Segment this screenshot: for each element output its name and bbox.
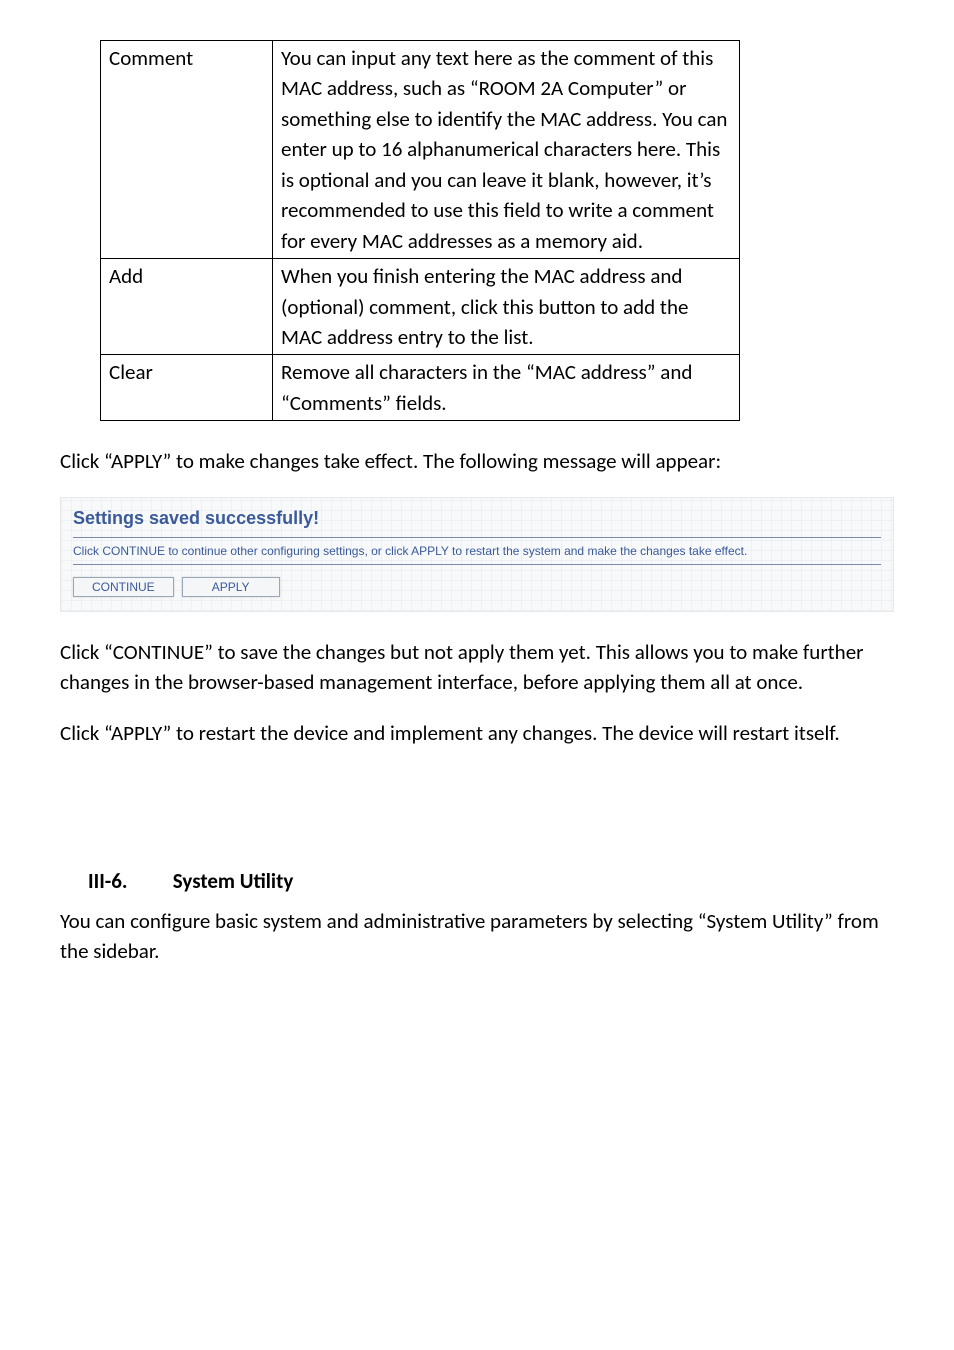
apply-button[interactable]: APPLY — [182, 577, 280, 597]
paragraph-section-intro: You can configure basic system and admin… — [60, 906, 894, 967]
term-cell: Comment — [101, 41, 273, 259]
table-row: Comment You can input any text here as t… — [101, 41, 740, 259]
panel-button-row: CONTINUE APPLY — [73, 577, 881, 597]
section-heading: III-6. System Utility — [88, 868, 894, 894]
table-row: Add When you finish entering the MAC add… — [101, 259, 740, 355]
section-title: System Utility — [173, 868, 294, 894]
definition-table: Comment You can input any text here as t… — [100, 40, 740, 421]
table-row: Clear Remove all characters in the “MAC … — [101, 355, 740, 421]
paragraph-apply-restart: Click “APPLY” to restart the device and … — [60, 718, 894, 748]
paragraph-continue: Click “CONTINUE” to save the changes but… — [60, 637, 894, 698]
desc-cell: You can input any text here as the comme… — [273, 41, 740, 259]
settings-saved-panel: Settings saved successfully! Click CONTI… — [60, 497, 894, 612]
desc-cell: When you finish entering the MAC address… — [273, 259, 740, 355]
term-cell: Add — [101, 259, 273, 355]
desc-cell: Remove all characters in the “MAC addres… — [273, 355, 740, 421]
continue-button[interactable]: CONTINUE — [73, 577, 174, 597]
panel-heading: Settings saved successfully! — [73, 508, 881, 529]
section-number: III-6. — [88, 868, 168, 894]
paragraph-apply-changes: Click “APPLY” to make changes take effec… — [60, 446, 894, 476]
term-cell: Clear — [101, 355, 273, 421]
panel-subtext: Click CONTINUE to continue other configu… — [73, 537, 881, 565]
